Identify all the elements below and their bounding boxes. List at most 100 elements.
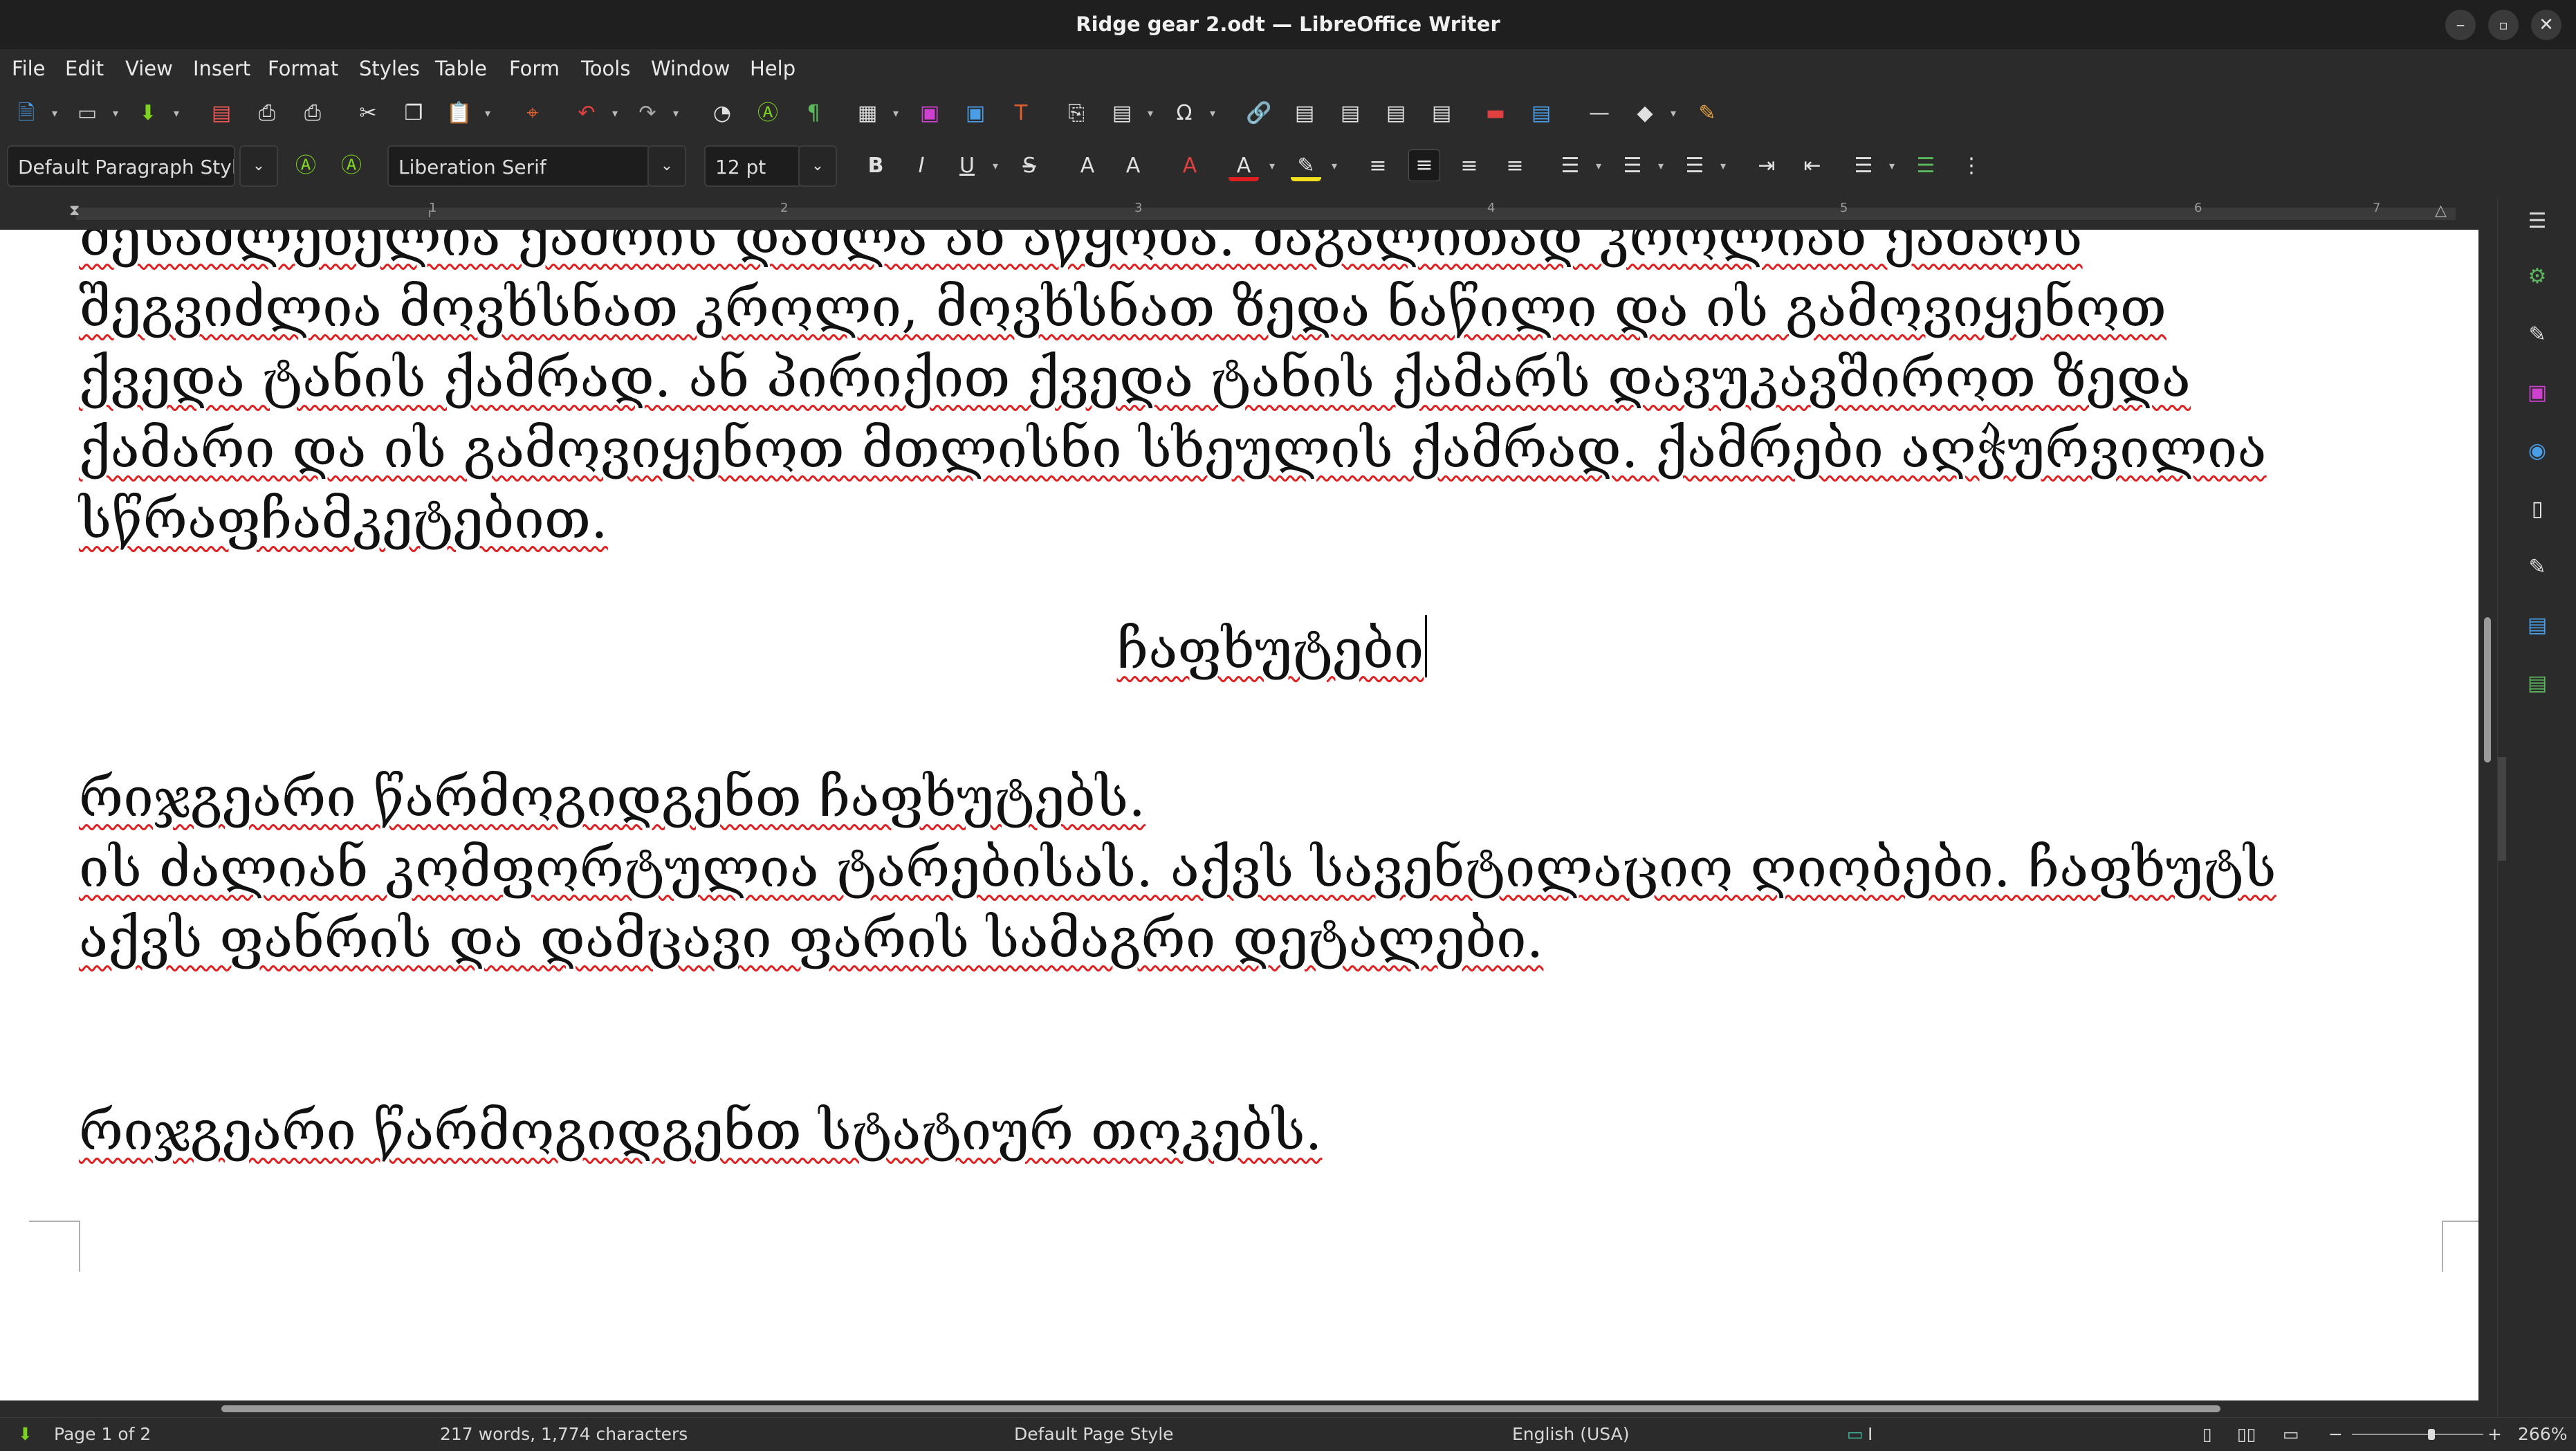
redo-dropdown-icon[interactable]: ▾ [671,98,681,129]
maximize-button[interactable]: ▫ [2488,10,2519,40]
draw-icon[interactable]: ✎ [1692,98,1722,129]
highlight-icon[interactable]: ✎ [1291,151,1321,181]
special-character-icon[interactable]: Ω [1169,98,1199,129]
menu-view[interactable]: View [125,49,173,89]
superscript-icon[interactable]: A [1072,151,1103,181]
outline-list-icon[interactable]: ☰ [1680,151,1710,181]
word-count[interactable]: 217 words, 1,774 characters [440,1418,688,1451]
print-icon[interactable]: ⎙ [252,98,282,129]
spelling-icon[interactable]: Ⓐ [753,98,783,129]
clear-formatting-icon[interactable]: A [1175,151,1205,181]
zoom-level[interactable]: 266% [2518,1418,2567,1451]
bullet-list-dropdown-icon[interactable]: ▾ [1594,151,1603,181]
horizontal-scroll-thumb[interactable] [221,1405,2220,1412]
text-line[interactable]: ქამარი და ის გამოვიყენოთ მთლისნი სხეულის… [79,414,2465,484]
multi-page-view-icon[interactable]: ▯▯ [2237,1418,2256,1451]
insert-field-icon[interactable]: ▤ [1107,98,1137,129]
line-spacing-icon[interactable]: ☰ [1848,151,1879,181]
insert-line-icon[interactable]: — [1584,98,1614,129]
table-dropdown-icon[interactable]: ▾ [891,98,901,129]
menu-table[interactable]: Table [435,49,487,89]
horizontal-scrollbar[interactable] [0,1400,2497,1417]
open-folder-icon[interactable]: ▭ [72,98,102,129]
paragraph-settings-icon[interactable]: ⋮ [1956,151,1987,181]
navigator-icon[interactable]: ◉ [2522,436,2552,466]
left-indent-marker-icon[interactable]: ⧗ [69,202,80,219]
bookmark-icon[interactable]: ▤ [1381,98,1411,129]
italic-icon[interactable]: I [906,151,937,181]
insert-table-icon[interactable]: ▦ [852,98,883,129]
text-line[interactable]: შეგვიძლია მოვხსნათ კროლი, მოვხსნათ ზედა … [79,273,2465,343]
menu-file[interactable]: File [12,49,46,89]
endnote-icon[interactable]: ▤ [1335,98,1365,129]
find-replace-icon[interactable]: ◔ [707,98,737,129]
strikethrough-icon[interactable]: S [1014,151,1045,181]
new-dropdown-icon[interactable]: ▾ [50,98,59,129]
menu-insert[interactable]: Insert [193,49,250,89]
insert-page-break-icon[interactable]: ⎘ [1061,98,1092,129]
hyperlink-icon[interactable]: 🔗 [1244,98,1274,129]
undo-icon[interactable]: ↶ [571,98,602,129]
track-changes-icon[interactable]: ▤ [1526,98,1556,129]
footnote-icon[interactable]: ▤ [1289,98,1320,129]
zoom-slider-handle[interactable] [2428,1429,2435,1440]
paragraph-spacing-icon[interactable]: ☰ [1911,151,1941,181]
new-style-icon[interactable]: Ⓐ [336,151,367,181]
outline-list-dropdown-icon[interactable]: ▾ [1718,151,1728,181]
font-size-box[interactable]: 12 pt [704,145,801,187]
font-color-dropdown-icon[interactable]: ▾ [1267,151,1277,181]
properties-icon[interactable]: ⚙ [2522,262,2552,292]
text-line[interactable]: აქვს ფანრის და დამცავი ფარის სამაგრი დეტ… [79,904,2465,974]
align-center-icon[interactable]: ≡ [1408,149,1440,181]
styles-icon[interactable]: ✎ [2522,320,2552,350]
field-dropdown-icon[interactable]: ▾ [1146,98,1155,129]
basic-shapes-icon[interactable]: ◆ [1630,98,1660,129]
design-icon[interactable]: ▤ [2522,668,2552,699]
text-line[interactable]: ის ძალიან კომფორტულია ტარებისას. აქვს სა… [79,833,2465,904]
gallery-icon[interactable]: ▣ [2522,378,2552,408]
text-line[interactable]: ქვედა ტანის ქამრად. ან პირიქით ქვედა ტან… [79,343,2465,414]
line-spacing-dropdown-icon[interactable]: ▾ [1887,151,1897,181]
sidebar-menu-icon[interactable]: ☰ [2522,206,2552,237]
font-color-icon[interactable]: A [1229,151,1259,181]
open-dropdown-icon[interactable]: ▾ [111,98,120,129]
style-inspector-icon[interactable]: ✎ [2522,552,2552,583]
page-style[interactable]: Default Page Style [1014,1418,1174,1451]
cross-reference-icon[interactable]: ▤ [1426,98,1457,129]
shapes-dropdown-icon[interactable]: ▾ [1668,98,1678,129]
special-character-dropdown-icon[interactable]: ▾ [1208,98,1217,129]
decrease-indent-icon[interactable]: ⇤ [1797,151,1828,181]
redo-icon[interactable]: ↷ [632,98,663,129]
menu-window[interactable]: Window [651,49,730,89]
numbered-list-dropdown-icon[interactable]: ▾ [1656,151,1666,181]
menu-format[interactable]: Format [268,49,338,89]
update-style-icon[interactable]: Ⓐ [291,151,321,181]
menu-styles[interactable]: Styles [359,49,420,89]
paragraph-style-dropdown-icon[interactable]: ⌄ [239,145,278,187]
document-modified-icon[interactable]: ⬇ [18,1418,33,1451]
close-button[interactable]: ✕ [2531,10,2561,40]
paste-icon[interactable]: 📋 [444,98,475,129]
copy-icon[interactable]: ❐ [398,98,429,129]
numbered-list-icon[interactable]: ☰ [1617,151,1648,181]
single-page-view-icon[interactable]: ▯ [2202,1418,2212,1451]
paragraph-style-box[interactable]: Default Paragraph Styl [7,145,235,187]
comment-icon[interactable]: ▬ [1480,98,1511,129]
font-size-dropdown-icon[interactable]: ⌄ [798,145,837,187]
bold-icon[interactable]: B [861,151,891,181]
export-pdf-icon[interactable]: ▤ [206,98,237,129]
text-line[interactable]: რიჯგეარი წარმოგიდგენთ ჩაფხუტებს. [79,763,2465,833]
page-icon[interactable]: ▯ [2522,494,2552,524]
horizontal-ruler[interactable]: 1 2 3 4 5 6 7 ⧗ △ [0,197,2497,230]
menu-form[interactable]: Form [509,49,560,89]
paste-dropdown-icon[interactable]: ▾ [483,98,493,129]
save-icon[interactable]: ⬇ [133,98,163,129]
save-dropdown-icon[interactable]: ▾ [172,98,181,129]
sidebar-collapse-handle[interactable] [2498,757,2506,861]
insert-image-icon[interactable]: ▣ [914,98,945,129]
document-canvas[interactable]: შესაძლებელია ქამრის დაშლა ან აწყობა. მაგ… [0,230,2478,1400]
justify-icon[interactable]: ≡ [1500,151,1530,181]
document-page[interactable]: შესაძლებელია ქამრის დაშლა ან აწყობა. მაგ… [0,230,2478,1400]
menu-tools[interactable]: Tools [581,49,630,89]
text-line[interactable]: სწრაფჩამკეტებით. [79,484,2465,555]
